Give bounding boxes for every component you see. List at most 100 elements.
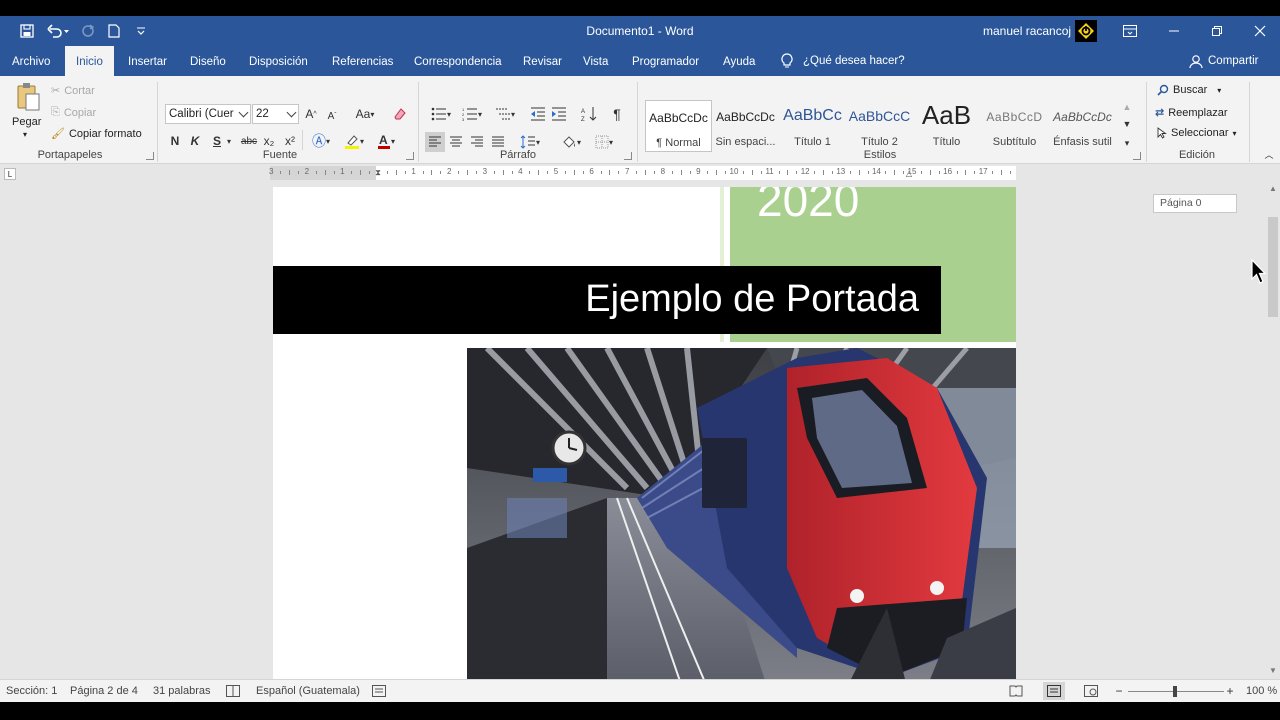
decrease-indent-icon[interactable] (529, 104, 547, 124)
font-launcher-icon[interactable] (406, 152, 414, 160)
align-center-icon[interactable] (446, 132, 466, 152)
italic-button[interactable]: K (188, 132, 202, 150)
tab-programador[interactable]: Programador (632, 46, 699, 76)
cover-year[interactable]: 2020 (757, 187, 859, 227)
title-banner[interactable]: Ejemplo de Portada (273, 266, 941, 334)
redo-icon[interactable] (78, 22, 98, 40)
style-titulo-2[interactable]: AaBbCcC Título 2 (846, 100, 913, 152)
styles-scroll-up-icon[interactable]: ▲ (1119, 98, 1135, 116)
borders-icon[interactable]: ▾ (590, 132, 618, 152)
change-case-button[interactable]: Aa ▾ (351, 105, 379, 123)
style-enfasis-sutil[interactable]: AaBbCcDc Énfasis sutil (1049, 100, 1116, 152)
align-left-icon[interactable] (425, 132, 445, 152)
find-button[interactable]: Buscar ▾ (1157, 84, 1221, 96)
read-mode-icon[interactable] (1008, 684, 1024, 698)
right-indent-marker-icon[interactable]: △ (905, 168, 913, 178)
status-language[interactable]: Español (Guatemala) (256, 685, 360, 697)
close-icon[interactable] (1238, 16, 1280, 46)
style-titulo-1[interactable]: AaBbCc Título 1 (779, 100, 846, 152)
tab-selector-icon[interactable]: L (4, 168, 16, 180)
status-section[interactable]: Sección: 1 (6, 685, 57, 697)
underline-button[interactable]: S (210, 132, 224, 150)
tab-archivo[interactable]: Archivo (12, 46, 50, 76)
multilevel-list-icon[interactable]: ▾ (490, 104, 520, 124)
proofing-icon[interactable] (226, 684, 240, 698)
styles-more-icon[interactable]: ▾ (1119, 134, 1135, 152)
styles-scroll-down-icon[interactable]: ▼ (1119, 116, 1135, 132)
bullets-icon[interactable]: ▾ (427, 104, 455, 124)
font-size-combo[interactable]: 22 (252, 104, 299, 124)
tab-disposicion[interactable]: Disposición (249, 46, 308, 76)
user-name[interactable]: manuel racancoj (983, 24, 1071, 38)
grow-font-icon[interactable]: A ^ (304, 105, 318, 123)
tab-revisar[interactable]: Revisar (523, 46, 562, 76)
customize-qat-icon[interactable] (131, 22, 151, 40)
tab-correspondencia[interactable]: Correspondencia (414, 46, 502, 76)
document-page[interactable]: 2020 Ejemplo de Portada (273, 187, 1016, 679)
bold-button[interactable]: N (168, 132, 182, 150)
replace-button[interactable]: ⇄ Reemplazar (1155, 106, 1228, 120)
font-color-icon[interactable]: A ▾ (372, 132, 400, 150)
share-button[interactable]: Compartir (1189, 46, 1258, 76)
indent-marker-icon[interactable]: ⧗ (374, 165, 382, 181)
train-photo[interactable] (467, 348, 1016, 679)
status-page[interactable]: Página 2 de 4 (70, 685, 138, 697)
tab-referencias[interactable]: Referencias (332, 46, 393, 76)
cover-title[interactable]: Ejemplo de Portada (585, 278, 919, 321)
zoom-slider-thumb[interactable] (1173, 686, 1177, 697)
copy-button[interactable]: ⎘ Copiar (51, 106, 96, 119)
cut-button[interactable]: ✂ Cortar (51, 84, 95, 98)
scroll-down-icon[interactable]: ▼ (1267, 665, 1279, 675)
undo-icon[interactable] (44, 22, 72, 40)
show-formatting-icon[interactable]: ¶ (609, 104, 625, 124)
style-normal[interactable]: AaBbCcDc ¶ Normal (645, 100, 712, 152)
style-sin-espaciado[interactable]: AaBbCcDc Sin espaci... (712, 100, 779, 152)
vertical-scrollbar[interactable]: ▲ ▼ (1266, 181, 1280, 679)
new-document-icon[interactable] (104, 22, 124, 40)
minimize-icon[interactable] (1152, 16, 1196, 46)
tab-insertar[interactable]: Insertar (128, 46, 167, 76)
clipboard-launcher-icon[interactable] (146, 152, 154, 160)
scrollbar-thumb[interactable] (1268, 217, 1278, 317)
text-effects-icon[interactable]: Ⓐ ▾ (310, 132, 332, 150)
underline-dropdown-icon[interactable]: ▾ (224, 132, 234, 150)
style-subtitulo[interactable]: AaBbCcD Subtítulo (981, 100, 1048, 152)
tab-ayuda[interactable]: Ayuda (723, 46, 755, 76)
superscript-button[interactable]: x² (282, 132, 298, 150)
clear-formatting-icon[interactable] (391, 104, 409, 124)
strikethrough-button[interactable]: abc (239, 132, 259, 150)
zoom-level[interactable]: 100 % (1246, 685, 1277, 697)
ribbon-display-options-icon[interactable] (1108, 16, 1152, 46)
tab-inicio[interactable]: Inicio (65, 46, 114, 76)
format-painter-button[interactable]: 🖌 Copiar formato (51, 127, 142, 141)
style-titulo[interactable]: AaB Título (913, 100, 980, 152)
avatar[interactable] (1075, 20, 1097, 42)
macro-icon[interactable] (372, 684, 386, 698)
styles-launcher-icon[interactable] (1133, 152, 1141, 160)
collapse-ribbon-icon[interactable]: ︿ (1262, 148, 1276, 160)
font-name-combo[interactable]: Calibri (Cuer (165, 104, 251, 124)
scroll-up-icon[interactable]: ▲ (1267, 183, 1279, 193)
shading-icon[interactable]: ▾ (557, 132, 585, 152)
tab-vista[interactable]: Vista (583, 46, 608, 76)
horizontal-ruler[interactable]: 3 2 1 1 2 3 4 5 6 7 8 9 10 11 12 13 14 15 16 17 ⧗ △ (269, 165, 1016, 181)
increase-indent-icon[interactable] (550, 104, 568, 124)
sort-icon[interactable]: AZ (580, 104, 598, 124)
print-layout-icon[interactable] (1043, 682, 1065, 700)
status-words[interactable]: 31 palabras (153, 685, 211, 697)
paste-button[interactable]: Pegar (12, 116, 41, 128)
paste-icon[interactable] (14, 82, 42, 112)
paragraph-launcher-icon[interactable] (624, 152, 632, 160)
tell-me-search[interactable]: ¿Qué desea hacer? (781, 46, 905, 76)
zoom-out-icon[interactable]: − (1113, 684, 1125, 698)
zoom-in-icon[interactable]: + (1224, 684, 1236, 698)
paste-dropdown-icon[interactable]: ▾ (23, 130, 27, 139)
shrink-font-icon[interactable]: Aˇ (325, 107, 339, 125)
subscript-button[interactable]: x₂ (261, 132, 277, 150)
web-layout-icon[interactable] (1083, 684, 1099, 698)
tab-diseno[interactable]: Diseño (190, 46, 226, 76)
highlight-color-icon[interactable]: ▾ (340, 132, 368, 150)
numbering-icon[interactable]: 1 2 3 ▾ (457, 104, 487, 124)
select-button[interactable]: Seleccionar ▾ (1157, 127, 1237, 139)
restore-icon[interactable] (1195, 16, 1239, 46)
